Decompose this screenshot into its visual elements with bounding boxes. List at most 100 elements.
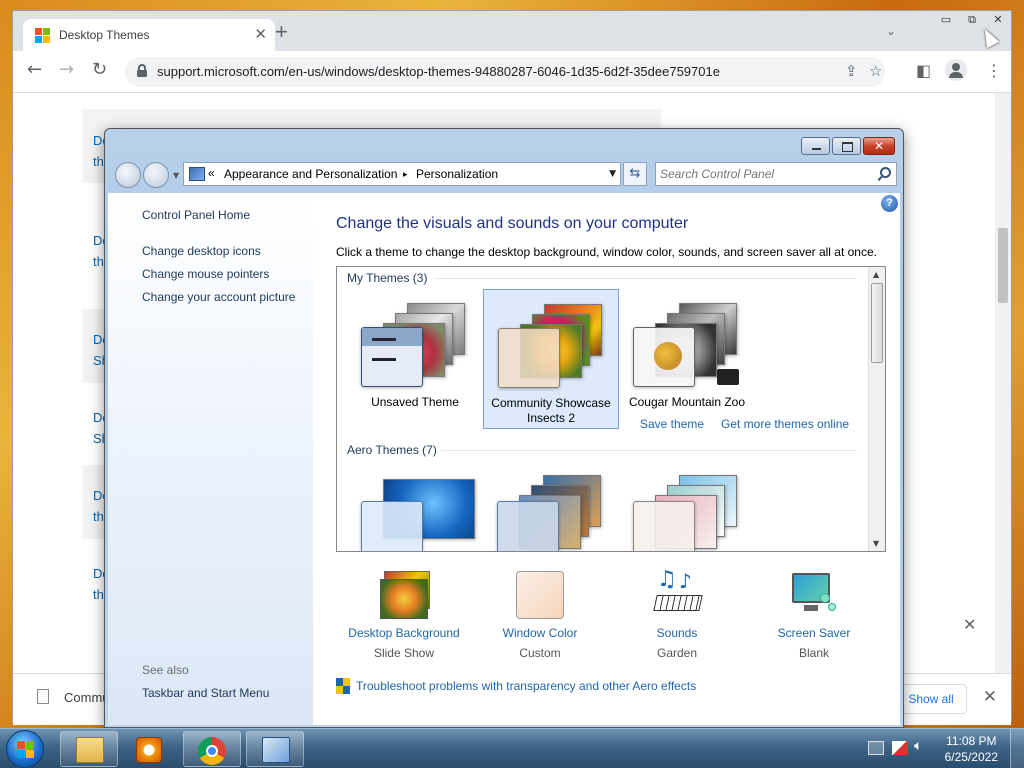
theme-cougar-mountain-zoo[interactable]: Cougar Mountain Zoo <box>619 289 755 429</box>
theme-thumbnail <box>633 475 743 551</box>
change-mouse-pointers-link[interactable]: Change mouse pointers <box>142 267 269 281</box>
lock-icon[interactable] <box>137 64 147 77</box>
download-item[interactable]: Commu <box>64 690 110 705</box>
page-link[interactable]: th <box>93 509 104 524</box>
aero-theme-item[interactable] <box>347 467 483 551</box>
change-desktop-icons-link[interactable]: Change desktop icons <box>142 244 261 258</box>
get-more-themes-link[interactable]: Get more themes online <box>721 417 849 431</box>
tab-search-chevron-icon[interactable]: ⌄ <box>886 24 896 38</box>
change-account-picture-link[interactable]: Change your account picture <box>142 290 295 304</box>
desktop-background-value: Slide Show <box>373 646 435 660</box>
reload-icon[interactable]: ↻ <box>92 61 107 79</box>
sounds-label[interactable]: Sounds <box>617 626 737 640</box>
sounds-setting[interactable]: ♫ ♪ Sounds Garden <box>617 567 737 667</box>
screen-saver-label[interactable]: Screen Saver <box>754 626 874 640</box>
network-icon[interactable] <box>892 741 908 755</box>
browser-window-controls: ▭ ⧉ ✕ <box>933 11 1011 31</box>
bookmark-star-icon[interactable]: ☆ <box>869 62 882 80</box>
browser-toolbar: ← → ↻ support.microsoft.com/en-us/window… <box>13 51 1011 93</box>
profile-avatar-icon[interactable] <box>945 59 967 81</box>
taskbar-media-player-button[interactable] <box>121 731 179 767</box>
back-button[interactable] <box>115 162 141 188</box>
theme-list[interactable]: My Themes (3) Unsaved Theme Community Sh… <box>336 266 886 552</box>
page-link[interactable]: th <box>93 587 104 602</box>
minimize-button[interactable] <box>801 137 830 155</box>
window-color-label[interactable]: Window Color <box>480 626 600 640</box>
uac-shield-icon <box>336 678 350 694</box>
url-text[interactable]: support.microsoft.com/en-us/windows/desk… <box>157 64 720 79</box>
scroll-up-arrow-icon[interactable]: ▲ <box>873 270 879 279</box>
help-icon[interactable]: ? <box>881 195 898 212</box>
tab-close-icon[interactable]: ✕ <box>254 25 267 43</box>
file-icon <box>37 689 49 704</box>
desktop-background-setting[interactable]: Desktop Background Slide Show <box>344 567 464 667</box>
troubleshoot-aero-link[interactable]: Troubleshoot problems with transparency … <box>356 679 696 693</box>
browser-restore-button[interactable]: ⧉ <box>959 11 985 29</box>
back-arrow-icon[interactable]: ← <box>27 61 42 79</box>
theme-label: Cougar Mountain Zoo <box>628 395 746 409</box>
window-color-setting[interactable]: Window Color Custom <box>480 567 600 667</box>
forward-button[interactable] <box>143 162 169 188</box>
close-button[interactable]: ✕ <box>863 137 895 155</box>
theme-unsaved[interactable]: Unsaved Theme <box>347 289 483 429</box>
tab-desktop-themes[interactable]: Desktop Themes ✕ <box>23 19 275 51</box>
main-panel: ? Change the visuals and sounds on your … <box>313 193 900 725</box>
chrome-menu-icon[interactable]: ⋮ <box>986 61 1002 80</box>
scroll-down-arrow-icon[interactable]: ▼ <box>873 539 879 548</box>
volume-icon[interactable]: 🔈︎ <box>914 738 930 754</box>
action-center-icon[interactable] <box>868 741 884 755</box>
aero-theme-item[interactable] <box>483 467 619 551</box>
theme-thumbnail <box>633 297 743 387</box>
folder-icon <box>76 737 104 763</box>
address-bar[interactable]: support.microsoft.com/en-us/windows/desk… <box>125 57 885 87</box>
taskbar-chrome-button[interactable] <box>183 731 241 767</box>
side-panel-icon[interactable]: ◧ <box>916 61 931 80</box>
search-box[interactable] <box>655 162 897 186</box>
page-link[interactable]: th <box>93 254 104 269</box>
theme-list-scrollbar[interactable]: ▲ ▼ <box>868 267 885 551</box>
start-button[interactable] <box>6 730 44 768</box>
tab-strip: Desktop Themes ✕ + ⌄ ▭ ⧉ ✕ <box>13 11 1011 51</box>
my-themes-header: My Themes (3) <box>347 271 428 285</box>
theme-thumbnail <box>497 475 607 551</box>
browser-minimize-button[interactable]: ▭ <box>933 11 959 29</box>
desktop-background-label[interactable]: Desktop Background <box>344 626 464 640</box>
page-scroll-thumb[interactable] <box>998 228 1008 303</box>
address-dropdown-icon[interactable]: ▼ <box>609 169 616 179</box>
system-clock[interactable]: 11:08 PM 6/25/2022 <box>945 733 998 765</box>
search-icon[interactable] <box>878 167 891 181</box>
theme-community-showcase-insects-2[interactable]: Community Showcase Insects 2 <box>483 289 619 429</box>
breadcrumb-separator-icon[interactable]: ▸ <box>403 169 408 180</box>
monitor-stand <box>804 605 818 611</box>
breadcrumb-appearance[interactable]: Appearance and Personalization <box>224 167 397 181</box>
save-theme-link[interactable]: Save theme <box>640 417 704 431</box>
page-description: Click a theme to change the desktop back… <box>336 245 877 259</box>
forward-arrow-icon[interactable]: → <box>59 61 74 79</box>
show-desktop-button[interactable] <box>1010 729 1024 768</box>
banner-close-icon[interactable]: ✕ <box>963 615 976 634</box>
control-panel-home-link[interactable]: Control Panel Home <box>142 208 250 222</box>
taskbar-control-panel-button[interactable] <box>246 731 304 767</box>
theme-label: Community Showcase Insects 2 <box>491 396 611 425</box>
aero-theme-item[interactable] <box>619 467 755 551</box>
taskbar-start-menu-link[interactable]: Taskbar and Start Menu <box>142 686 269 700</box>
thumb-front-window <box>633 327 695 387</box>
theme-thumbnail <box>498 298 608 388</box>
taskbar-explorer-button[interactable] <box>60 731 118 767</box>
recent-pages-chevron-icon[interactable]: ▼ <box>173 171 179 180</box>
group-divider <box>441 450 857 451</box>
theme-list-scroll-thumb[interactable] <box>871 283 883 363</box>
maximize-button[interactable] <box>832 137 861 155</box>
download-bar-close-icon[interactable]: ✕ <box>983 687 997 707</box>
breadcrumb-overflow[interactable]: « <box>208 166 215 180</box>
show-all-button[interactable]: Show all <box>895 684 967 714</box>
search-input[interactable] <box>660 165 870 183</box>
breadcrumb[interactable]: « Appearance and Personalization ▸ Perso… <box>183 162 621 186</box>
page-link[interactable]: th <box>93 154 104 169</box>
new-tab-plus-icon[interactable]: + <box>275 21 288 43</box>
breadcrumb-personalization[interactable]: Personalization <box>416 167 498 181</box>
share-icon[interactable]: ⇪ <box>845 62 858 80</box>
screen-saver-setting[interactable]: Screen Saver Blank <box>754 567 874 667</box>
refresh-icon[interactable]: ⇆ <box>623 162 647 186</box>
page-scrollbar[interactable] <box>995 93 1011 723</box>
